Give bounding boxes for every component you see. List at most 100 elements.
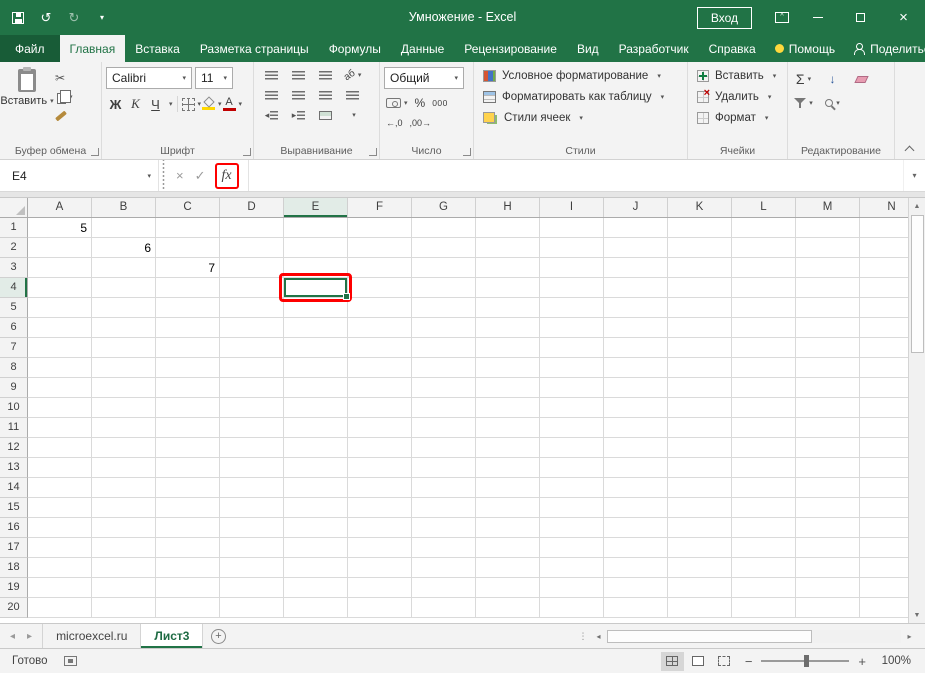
percent-style-button[interactable]: %: [415, 96, 426, 110]
cell-A12[interactable]: [28, 438, 92, 458]
bold-button[interactable]: Ж: [106, 94, 125, 114]
decrease-indent-button[interactable]: ◂: [262, 105, 281, 125]
prev-sheet-icon[interactable]: ◂: [10, 631, 15, 642]
cell-C2[interactable]: [156, 238, 220, 258]
cell-H20[interactable]: [476, 598, 540, 618]
cell-M3[interactable]: [796, 258, 860, 278]
row-header-12[interactable]: 12: [0, 438, 28, 458]
cell-K17[interactable]: [668, 538, 732, 558]
cell-J5[interactable]: [604, 298, 668, 318]
cell-L12[interactable]: [732, 438, 796, 458]
cell-A17[interactable]: [28, 538, 92, 558]
row-header-18[interactable]: 18: [0, 558, 28, 578]
cell-J19[interactable]: [604, 578, 668, 598]
cell-F18[interactable]: [348, 558, 412, 578]
cell-L13[interactable]: [732, 458, 796, 478]
undo-button[interactable]: ↺: [32, 0, 60, 35]
cell-G3[interactable]: [412, 258, 476, 278]
cell-M9[interactable]: [796, 378, 860, 398]
insert-cells-button[interactable]: Вставить ▾: [692, 65, 783, 86]
cell-I17[interactable]: [540, 538, 604, 558]
cell-M12[interactable]: [796, 438, 860, 458]
cell-K7[interactable]: [668, 338, 732, 358]
cell-A1[interactable]: 5: [28, 218, 92, 238]
cell-D13[interactable]: [220, 458, 284, 478]
font-size-select[interactable]: 11▾: [195, 67, 233, 89]
cell-J8[interactable]: [604, 358, 668, 378]
cell-L6[interactable]: [732, 318, 796, 338]
cell-L14[interactable]: [732, 478, 796, 498]
cell-K6[interactable]: [668, 318, 732, 338]
cell-E3[interactable]: [284, 258, 348, 278]
merge-center-button[interactable]: [316, 105, 335, 125]
page-break-view-button[interactable]: [713, 652, 736, 671]
cell-A18[interactable]: [28, 558, 92, 578]
cell-J13[interactable]: [604, 458, 668, 478]
cell-B2[interactable]: 6: [92, 238, 156, 258]
column-header-C[interactable]: C: [156, 198, 220, 217]
cell-A15[interactable]: [28, 498, 92, 518]
align-bottom-button[interactable]: [316, 65, 335, 85]
sheet-tab-1[interactable]: Лист3: [141, 624, 203, 648]
zoom-slider[interactable]: [761, 660, 849, 662]
cell-J2[interactable]: [604, 238, 668, 258]
cell-C6[interactable]: [156, 318, 220, 338]
cell-J14[interactable]: [604, 478, 668, 498]
cell-K12[interactable]: [668, 438, 732, 458]
cell-J4[interactable]: [604, 278, 668, 298]
cell-I1[interactable]: [540, 218, 604, 238]
cell-J17[interactable]: [604, 538, 668, 558]
name-box[interactable]: E4 ▾: [0, 160, 158, 191]
cell-C4[interactable]: [156, 278, 220, 298]
cell-E15[interactable]: [284, 498, 348, 518]
delete-cells-button[interactable]: Удалить ▾: [692, 86, 783, 107]
cell-D9[interactable]: [220, 378, 284, 398]
cell-F16[interactable]: [348, 518, 412, 538]
cell-B6[interactable]: [92, 318, 156, 338]
assistant-button[interactable]: Помощь: [766, 42, 844, 56]
cell-E10[interactable]: [284, 398, 348, 418]
cell-A9[interactable]: [28, 378, 92, 398]
cell-D10[interactable]: [220, 398, 284, 418]
row-header-3[interactable]: 3: [0, 258, 28, 278]
cell-I6[interactable]: [540, 318, 604, 338]
menu-tab-6[interactable]: Рецензирование: [454, 35, 567, 62]
close-button[interactable]: ×: [882, 0, 925, 35]
cell-B18[interactable]: [92, 558, 156, 578]
column-header-J[interactable]: J: [604, 198, 668, 217]
clipboard-dialog-launcher[interactable]: [91, 148, 99, 156]
cell-M18[interactable]: [796, 558, 860, 578]
row-header-13[interactable]: 13: [0, 458, 28, 478]
cell-J6[interactable]: [604, 318, 668, 338]
formula-input[interactable]: [248, 160, 903, 191]
cell-E20[interactable]: [284, 598, 348, 618]
cell-A20[interactable]: [28, 598, 92, 618]
cell-H3[interactable]: [476, 258, 540, 278]
conditional-formatting-button[interactable]: Условное форматирование ▾: [478, 65, 683, 86]
cell-D18[interactable]: [220, 558, 284, 578]
cell-M19[interactable]: [796, 578, 860, 598]
cell-styles-button[interactable]: Стили ячеек ▾: [478, 107, 683, 128]
cell-C16[interactable]: [156, 518, 220, 538]
expand-formula-bar-button[interactable]: ▾: [903, 160, 925, 191]
format-cells-button[interactable]: Формат ▾: [692, 107, 783, 128]
cell-A2[interactable]: [28, 238, 92, 258]
cell-K19[interactable]: [668, 578, 732, 598]
cell-D17[interactable]: [220, 538, 284, 558]
cell-B20[interactable]: [92, 598, 156, 618]
row-header-9[interactable]: 9: [0, 378, 28, 398]
cell-E7[interactable]: [284, 338, 348, 358]
cell-E11[interactable]: [284, 418, 348, 438]
row-header-16[interactable]: 16: [0, 518, 28, 538]
cell-N5[interactable]: [860, 298, 908, 318]
wrap-text-button[interactable]: [343, 85, 362, 105]
cancel-icon[interactable]: ×: [176, 168, 184, 183]
cell-M1[interactable]: [796, 218, 860, 238]
column-header-D[interactable]: D: [220, 198, 284, 217]
cell-H7[interactable]: [476, 338, 540, 358]
cell-N7[interactable]: [860, 338, 908, 358]
column-header-L[interactable]: L: [732, 198, 796, 217]
cell-A10[interactable]: [28, 398, 92, 418]
cell-C11[interactable]: [156, 418, 220, 438]
cell-G1[interactable]: [412, 218, 476, 238]
